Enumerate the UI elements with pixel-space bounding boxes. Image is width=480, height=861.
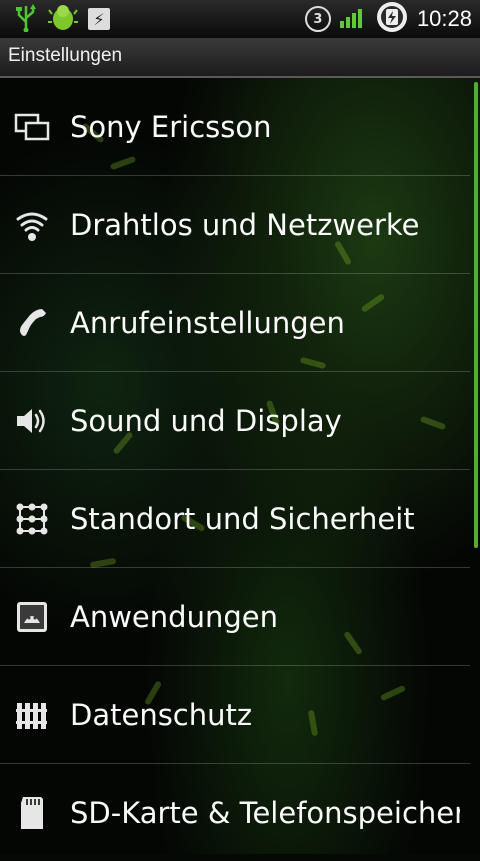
settings-item-location-security[interactable]: Standort und Sicherheit	[0, 470, 470, 568]
debug-bug-icon	[48, 2, 78, 36]
settings-item-label: Datenschutz	[70, 697, 253, 732]
settings-item-label: Sound und Display	[70, 403, 342, 438]
settings-item-applications[interactable]: Anwendungen	[0, 568, 470, 666]
sony-ericsson-icon	[14, 109, 50, 145]
settings-item-privacy[interactable]: Datenschutz	[0, 666, 470, 764]
settings-item-label: Sony Ericsson	[70, 109, 272, 144]
clock: 10:28	[416, 6, 472, 31]
settings-item-label: SD-Karte & Telefonspeicher	[70, 795, 460, 830]
settings-item-label: Drahtlos und Netzwerke	[70, 207, 420, 242]
location-security-icon	[14, 501, 50, 537]
sync-badge-icon: 3	[304, 6, 331, 32]
settings-item-call-settings[interactable]: Anrufeinstellungen	[0, 274, 470, 372]
settings-item-sound-display[interactable]: Sound und Display	[0, 372, 470, 470]
scrollbar[interactable]	[474, 82, 478, 548]
title-bar: Einstellungen	[0, 38, 480, 78]
wireless-icon	[14, 207, 50, 243]
flash-icon: ⚡	[88, 8, 110, 30]
settings-item-wireless[interactable]: Drahtlos und Netzwerke	[0, 176, 470, 274]
speaker-icon	[14, 403, 50, 439]
privacy-icon	[14, 697, 50, 733]
usb-icon	[14, 2, 38, 36]
settings-item-sony-ericsson[interactable]: Sony Ericsson	[0, 78, 470, 176]
status-bar: ⚡ 3 10:28	[0, 0, 480, 39]
phone-icon	[14, 305, 50, 341]
signal-icon	[339, 5, 367, 33]
settings-item-label: Standort und Sicherheit	[70, 501, 415, 536]
settings-item-label: Anrufeinstellungen	[70, 305, 345, 340]
applications-icon	[14, 599, 50, 635]
settings-item-label: Anwendungen	[70, 599, 278, 634]
settings-list: Sony Ericsson Drahtlos und Netzwerke Anr…	[0, 78, 470, 861]
battery-charging-icon	[375, 1, 409, 37]
sd-card-icon	[14, 795, 50, 831]
page-title: Einstellungen	[8, 45, 123, 66]
settings-item-sd-card[interactable]: SD-Karte & Telefonspeicher	[0, 764, 470, 861]
